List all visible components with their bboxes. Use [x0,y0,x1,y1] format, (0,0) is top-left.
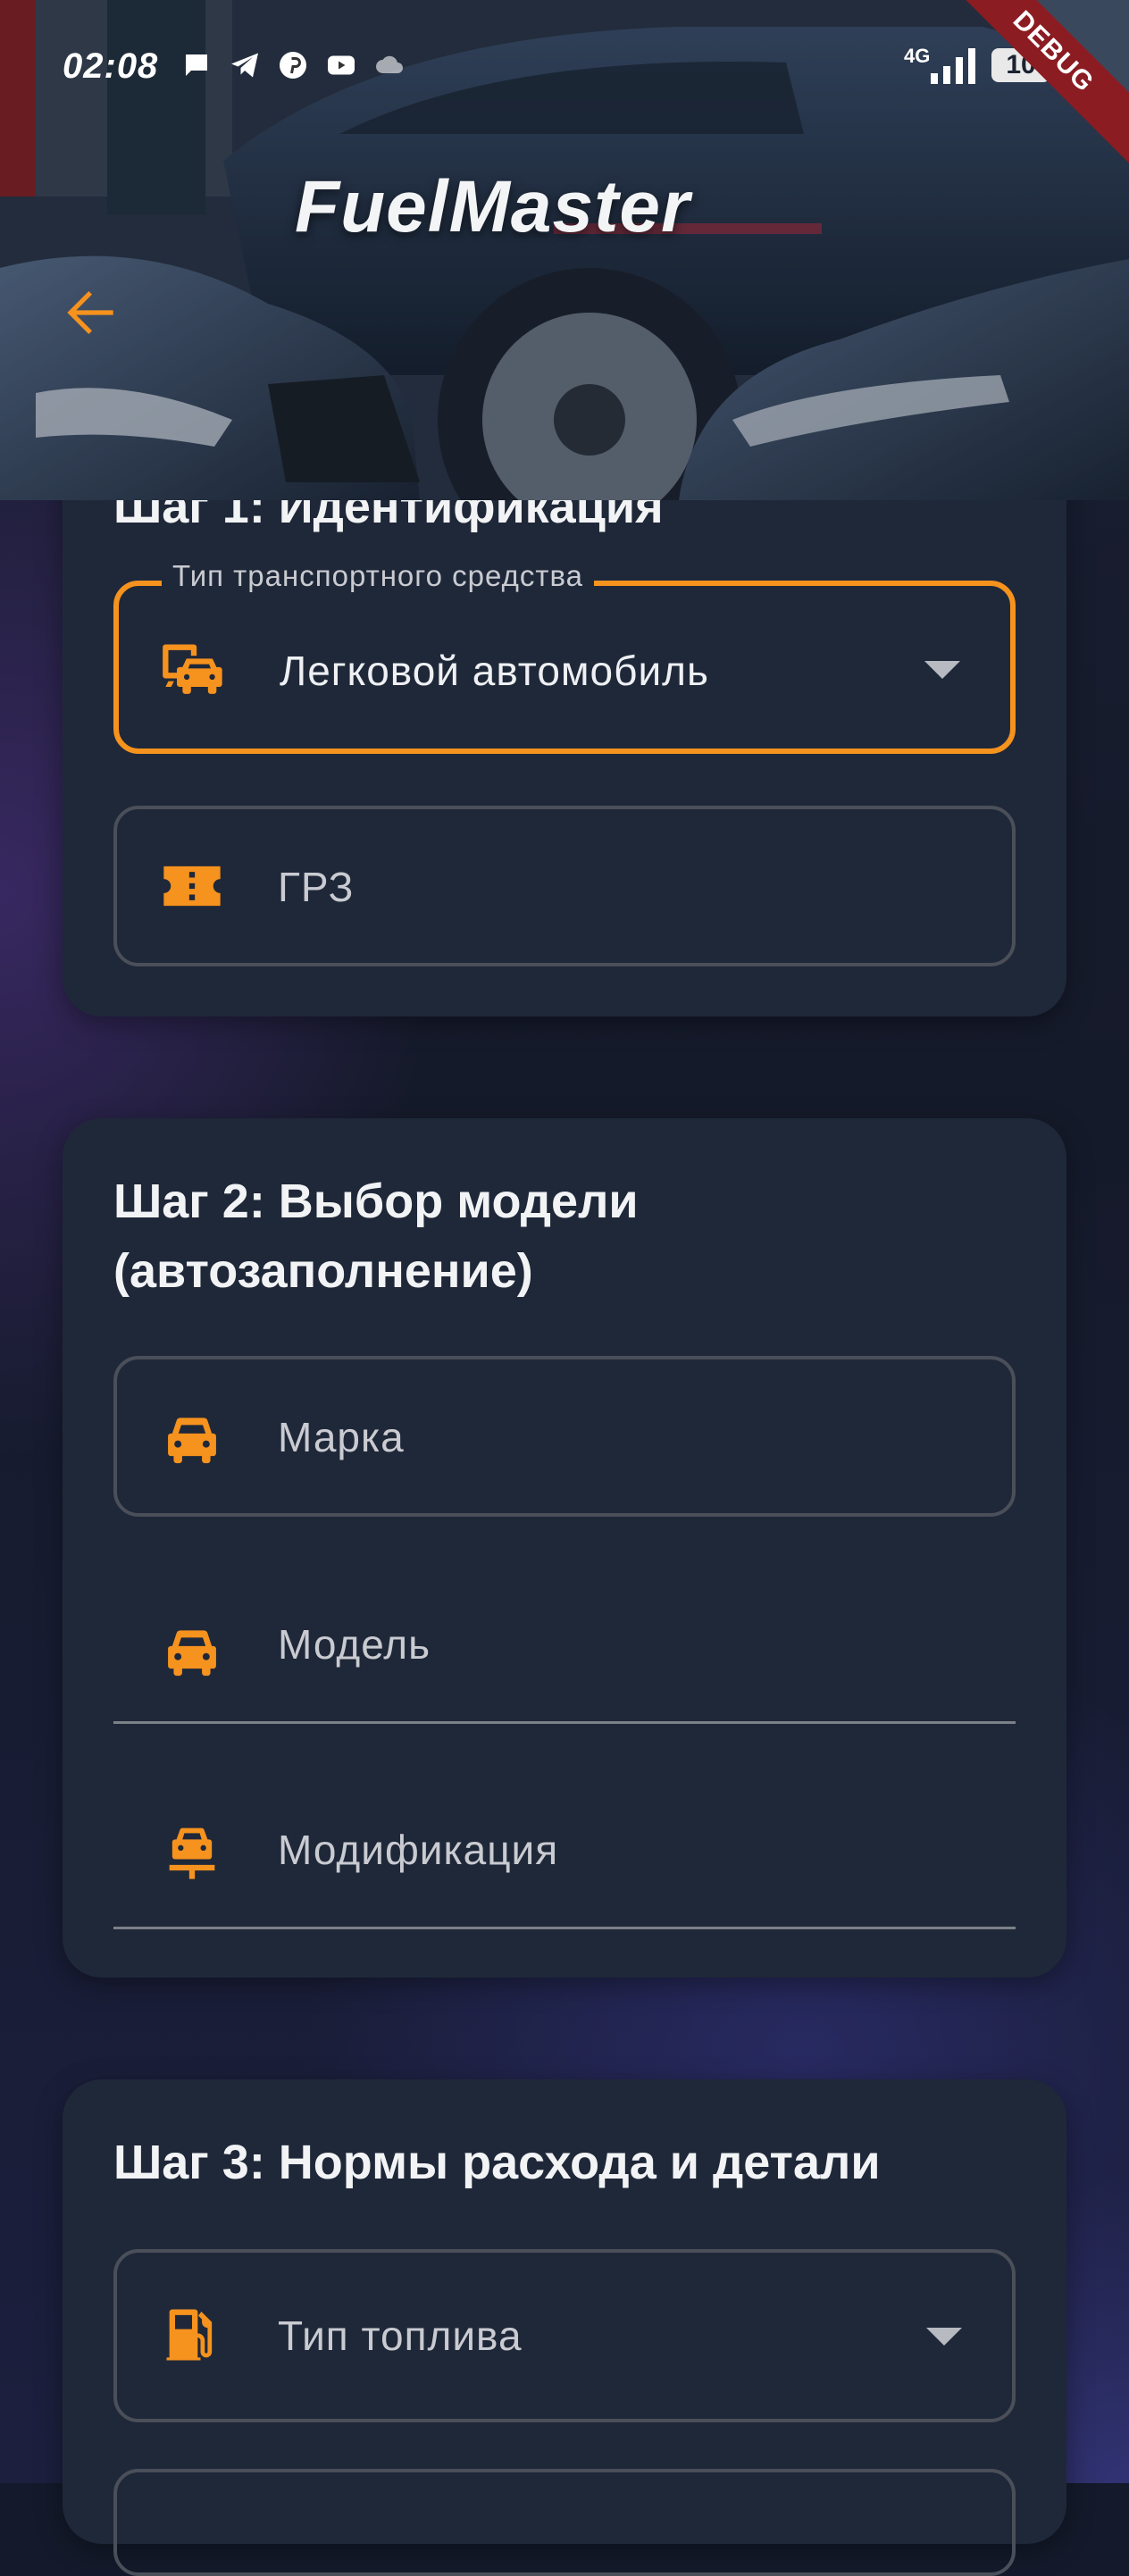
step2-title-line1: Шаг 2: Выбор модели [113,1175,639,1228]
notification-icons [179,49,407,81]
step3-card: Шаг 3: Нормы расхода и детали Тип топлив… [63,2079,1066,2576]
network-type: 4G [904,45,931,67]
vehicle-type-icon [163,644,222,694]
vehicle-type-dropdown[interactable]: Тип транспортного средства Легковой авто… [113,559,1016,754]
vehicle-type-label: Тип транспортного средства [162,559,594,593]
model-placeholder: Модель [278,1621,431,1668]
status-time: 02:08 [63,46,159,86]
youtube-icon [328,55,355,75]
signal-icon [931,48,975,84]
telegram-icon [231,53,258,78]
pinterest-icon [280,52,306,79]
cloud-icon [376,55,403,73]
chevron-down-icon [924,661,960,679]
chevron-down-icon [926,2328,962,2346]
car-icon [168,1418,216,1464]
step2-card: Шаг 2: Выбор модели (автозаполнение) Мар… [63,1118,1066,1978]
brand-input[interactable]: Марка [113,1356,1016,1517]
fuelmaster-logo: FuelMaster [295,166,690,247]
status-bar: 02:08 4G 10 [0,0,1129,134]
fuel-type-dropdown[interactable]: Тип топлива [113,2249,1016,2422]
plate-number-placeholder: ГРЗ [278,864,355,910]
modification-placeholder: Модификация [278,1827,559,1873]
next-field[interactable] [113,2469,1016,2576]
step2-title: Шаг 2: Выбор модели (автозаполнение) [113,1167,639,1306]
message-icon [186,54,207,76]
vehicle-type-value: Легковой автомобиль [280,648,709,694]
gas-station-icon [166,2309,213,2361]
fuel-type-placeholder: Тип топлива [278,2313,523,2359]
brand-placeholder: Марка [278,1414,405,1460]
model-input[interactable]: Модель [113,1565,1016,1724]
car-icon [168,1630,216,1677]
plate-number-input[interactable]: ГРЗ [113,806,1016,966]
step2-title-line2: (автозаполнение) [113,1244,533,1298]
step3-title: Шаг 3: Нормы расхода и детали [113,2136,881,2189]
ticket-icon [163,866,221,907]
car-repair-icon [169,1827,215,1879]
back-arrow-icon[interactable] [54,277,125,348]
modification-input[interactable]: Модификация [113,1770,1016,1929]
